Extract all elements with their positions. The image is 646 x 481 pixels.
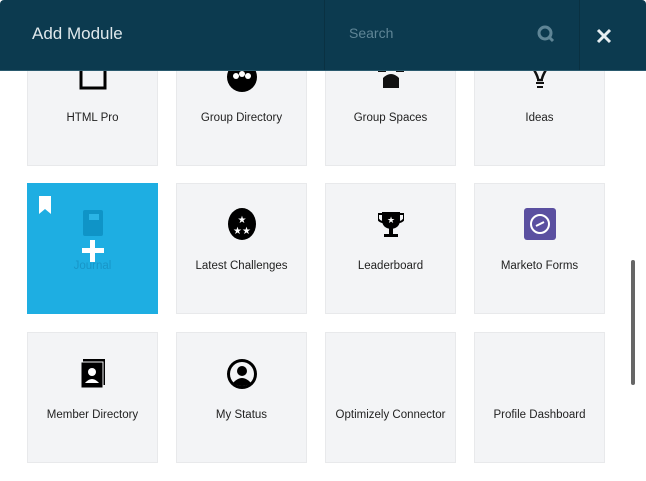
- member-directory-icon: [79, 359, 107, 394]
- module-card-journal[interactable]: Journal: [27, 183, 158, 314]
- search-box: [324, 0, 580, 70]
- module-card-marketo-forms[interactable]: Marketo Forms: [474, 183, 605, 314]
- svg-text:★★: ★★: [233, 226, 251, 237]
- close-icon: [596, 28, 612, 44]
- module-label: Latest Challenges: [195, 260, 288, 272]
- module-label: Marketo Forms: [500, 260, 579, 272]
- module-card-optimizely-connector[interactable]: Optimizely Connector: [325, 332, 456, 463]
- module-label: Member Directory: [46, 409, 139, 421]
- svg-text:★: ★: [237, 215, 246, 226]
- module-label: Group Directory: [200, 112, 283, 124]
- module-label: Journal: [73, 260, 112, 272]
- scrollbar-thumb[interactable]: [631, 260, 635, 385]
- module-card-profile-dashboard[interactable]: Profile Dashboard: [474, 332, 605, 463]
- module-label: Ideas: [525, 112, 554, 124]
- module-label: Group Spaces: [353, 112, 428, 124]
- module-label: HTML Pro: [66, 112, 119, 124]
- stars-icon: ★ ★★: [227, 208, 257, 245]
- module-card-latest-challenges[interactable]: ★ ★★ Latest Challenges: [176, 183, 307, 314]
- module-card-leaderboard[interactable]: ★ Leaderboard: [325, 183, 456, 314]
- module-label: My Status: [215, 409, 268, 421]
- modal-title: Add Module: [32, 24, 123, 43]
- svg-text:★: ★: [386, 215, 394, 225]
- marketo-icon: [523, 208, 556, 245]
- close-button[interactable]: [596, 24, 612, 50]
- module-card-my-status[interactable]: My Status: [176, 332, 307, 463]
- module-card-member-directory[interactable]: Member Directory: [27, 332, 158, 463]
- bookmark-icon: [39, 196, 51, 219]
- module-label: Optimizely Connector: [335, 409, 446, 421]
- module-label: Leaderboard: [357, 260, 424, 272]
- module-label: Profile Dashboard: [493, 409, 586, 421]
- search-input[interactable]: [347, 24, 531, 42]
- user-circle-icon: [226, 359, 257, 394]
- modal-header: Add Module: [0, 0, 646, 71]
- search-icon[interactable]: [537, 25, 555, 48]
- trophy-icon: ★: [376, 210, 405, 243]
